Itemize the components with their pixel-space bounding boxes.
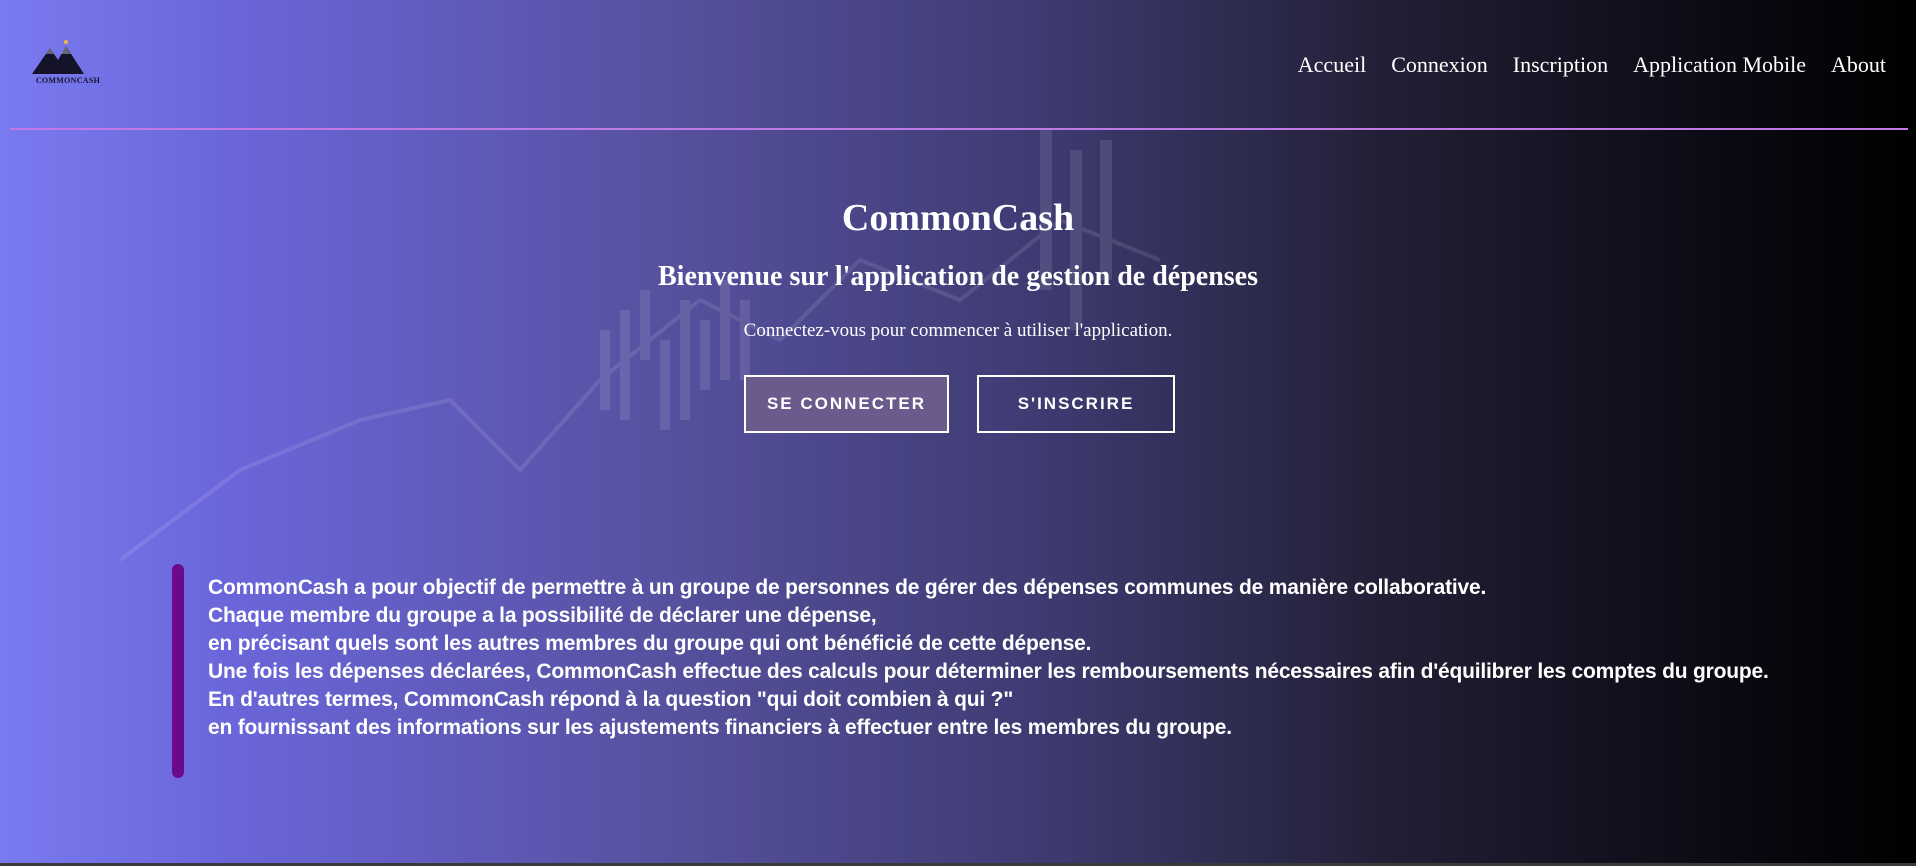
logo-text: COMMONCASH bbox=[35, 76, 101, 85]
app-description: CommonCash a pour objectif de permettre … bbox=[208, 574, 1878, 742]
quote-accent-bar bbox=[172, 564, 184, 778]
nav-connexion[interactable]: Connexion bbox=[1391, 52, 1488, 78]
description-line: en fournissant des informations sur les … bbox=[208, 716, 1232, 739]
hero-text: Connectez-vous pour commencer à utiliser… bbox=[743, 320, 1173, 341]
page-title: CommonCash bbox=[841, 197, 1075, 239]
hero-section: CommonCash Bienvenue sur l'application d… bbox=[0, 190, 1916, 344]
description-line: Une fois les dépenses déclarées, CommonC… bbox=[208, 660, 1769, 683]
se-connecter-button[interactable]: SE CONNECTER bbox=[744, 375, 949, 433]
nav-application-mobile[interactable]: Application Mobile bbox=[1633, 52, 1806, 78]
description-line: En d'autres termes, CommonCash répond à … bbox=[208, 688, 1014, 711]
top-navigation: Accueil Connexion Inscription Applicatio… bbox=[1298, 52, 1886, 78]
nav-accueil[interactable]: Accueil bbox=[1298, 52, 1366, 78]
header-divider bbox=[10, 128, 1908, 130]
mountain-logo-icon bbox=[32, 40, 84, 74]
hero-buttons: SE CONNECTER S'INSCRIRE bbox=[744, 375, 1175, 433]
s-inscrire-button[interactable]: S'INSCRIRE bbox=[977, 375, 1175, 433]
hero-subtitle: Bienvenue sur l'application de gestion d… bbox=[657, 261, 1258, 292]
commoncash-logo[interactable]: COMMONCASH bbox=[28, 38, 108, 88]
page-background: COMMONCASH Accueil Connexion Inscription… bbox=[0, 0, 1916, 863]
nav-inscription[interactable]: Inscription bbox=[1513, 52, 1608, 78]
description-line: CommonCash a pour objectif de permettre … bbox=[208, 576, 1487, 599]
description-line: Chaque membre du groupe a la possibilité… bbox=[208, 604, 877, 627]
description-line: en précisant quels sont les autres membr… bbox=[208, 632, 1092, 655]
nav-about[interactable]: About bbox=[1831, 52, 1886, 78]
